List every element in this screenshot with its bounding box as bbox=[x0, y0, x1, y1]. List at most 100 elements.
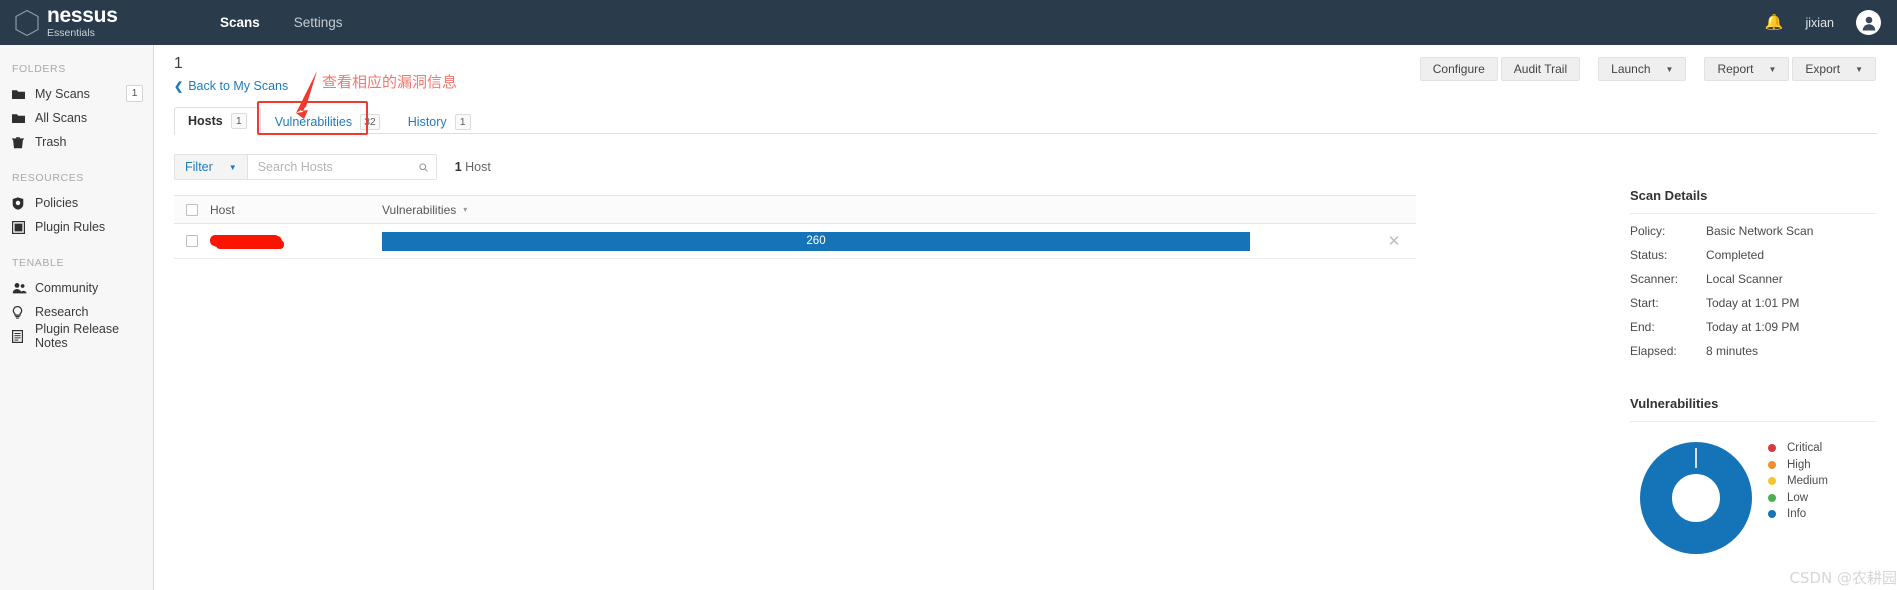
sort-caret-icon: ▾ bbox=[463, 205, 468, 214]
user-avatar-icon bbox=[1862, 16, 1875, 30]
sidebar-item-research[interactable]: Research bbox=[0, 300, 153, 324]
legend-label: Medium bbox=[1787, 475, 1828, 488]
host-count: 1 Host bbox=[455, 160, 491, 174]
row-select-cell[interactable] bbox=[174, 235, 210, 247]
chevron-down-icon: ▼ bbox=[228, 162, 237, 172]
legend-label: Critical bbox=[1787, 442, 1823, 455]
detail-key: Status: bbox=[1630, 248, 1668, 262]
configure-button[interactable]: Configure bbox=[1419, 57, 1498, 81]
hexagon-logo-icon bbox=[15, 9, 39, 36]
close-icon[interactable]: ✕ bbox=[1388, 234, 1401, 249]
vulnerabilities-donut-chart: Critical High Medium Low Info bbox=[1630, 440, 1877, 575]
document-icon bbox=[12, 329, 31, 343]
legend-label: Info bbox=[1787, 508, 1807, 521]
donut-slice-info[interactable] bbox=[1640, 442, 1752, 554]
tab-hosts[interactable]: Hosts 1 bbox=[174, 107, 261, 135]
detail-row-end: End: Today at 1:09 PM bbox=[1630, 320, 1877, 334]
scan-details-title: Scan Details bbox=[1630, 188, 1708, 203]
detail-key: Start: bbox=[1630, 296, 1659, 310]
tab-history-count: 1 bbox=[454, 113, 471, 130]
sidebar-item-all-scans[interactable]: All Scans bbox=[0, 106, 153, 130]
brand-subtitle: Essentials bbox=[47, 27, 95, 39]
detail-key: Elapsed: bbox=[1630, 344, 1677, 358]
legend-item-critical[interactable]: Critical bbox=[1768, 440, 1828, 457]
legend-dot-info bbox=[1768, 510, 1776, 519]
audit-trail-label: Audit Trail bbox=[1513, 62, 1568, 76]
detail-row-scanner: Scanner: Local Scanner bbox=[1630, 272, 1877, 286]
detail-value: Completed bbox=[1706, 248, 1765, 262]
sidebar-item-community[interactable]: Community bbox=[0, 276, 153, 300]
sidebar-item-policies[interactable]: Policies bbox=[0, 191, 153, 215]
detail-key: End: bbox=[1630, 320, 1655, 334]
scan-details-panel: Scan Details Policy: Basic Network Scan … bbox=[1610, 45, 1897, 590]
filter-dropdown-button[interactable]: Filter ▼ bbox=[174, 154, 247, 180]
row-checkbox[interactable] bbox=[186, 235, 198, 247]
select-all-cell[interactable] bbox=[174, 203, 210, 216]
tab-hosts-label: Hosts bbox=[188, 114, 223, 128]
sidebar-item-label: Trash bbox=[35, 135, 67, 149]
nav-right-cluster: 🔔 jixian bbox=[1765, 0, 1897, 45]
tab-history[interactable]: History 1 bbox=[394, 107, 485, 135]
sidebar-item-label: My Scans bbox=[35, 87, 90, 101]
tab-hosts-count: 1 bbox=[230, 113, 247, 129]
legend-item-high[interactable]: High bbox=[1768, 457, 1828, 474]
detail-value: Today at 1:09 PM bbox=[1706, 320, 1800, 334]
column-header-vulnerabilities[interactable]: Vulnerabilities ▾ bbox=[382, 203, 467, 217]
sidebar-item-label: Community bbox=[35, 281, 99, 295]
donut-chart-svg bbox=[1640, 442, 1752, 554]
search-box[interactable] bbox=[246, 154, 437, 180]
trash-icon bbox=[12, 136, 31, 149]
audit-trail-button[interactable]: Audit Trail bbox=[1500, 57, 1581, 81]
sidebar: FOLDERS My Scans 1 All Scans Trash RESOU… bbox=[0, 45, 154, 590]
legend-item-low[interactable]: Low bbox=[1768, 490, 1828, 507]
watermark: CSDN @农耕园 bbox=[1789, 569, 1897, 587]
sidebar-item-my-scans[interactable]: My Scans 1 bbox=[0, 82, 153, 106]
username-label[interactable]: jixian bbox=[1806, 16, 1835, 30]
bell-icon[interactable]: 🔔 bbox=[1765, 15, 1784, 30]
row-remove-cell[interactable]: ✕ bbox=[1372, 234, 1416, 249]
tab-vulnerabilities-count: 32 bbox=[360, 113, 380, 130]
divider bbox=[1630, 421, 1877, 422]
nav-link-settings[interactable]: Settings bbox=[277, 0, 360, 45]
table-row[interactable]: 260 ✕ bbox=[174, 224, 1416, 259]
detail-row-policy: Policy: Basic Network Scan bbox=[1630, 224, 1877, 238]
detail-value: 8 minutes bbox=[1706, 344, 1759, 358]
sidebar-group-folders-title: FOLDERS bbox=[12, 63, 66, 75]
column-header-host[interactable]: Host bbox=[210, 203, 382, 217]
tab-vulnerabilities[interactable]: Vulnerabilities 32 bbox=[261, 107, 394, 135]
search-icon[interactable] bbox=[419, 161, 428, 174]
sidebar-item-label: Plugin Release Notes bbox=[35, 322, 120, 350]
legend-item-medium[interactable]: Medium bbox=[1768, 473, 1828, 490]
search-input[interactable] bbox=[257, 160, 419, 174]
detail-value: Local Scanner bbox=[1706, 272, 1783, 286]
legend-label: High bbox=[1787, 458, 1811, 471]
sidebar-item-plugin-rules[interactable]: Plugin Rules bbox=[0, 215, 153, 239]
host-count-number: 1 bbox=[454, 160, 462, 174]
filter-label: Filter bbox=[185, 160, 213, 174]
select-all-checkbox[interactable] bbox=[186, 203, 198, 216]
detail-key: Scanner: bbox=[1630, 272, 1679, 286]
chart-legend: Critical High Medium Low Info bbox=[1768, 440, 1828, 523]
top-navigation-bar: nessus Essentials Scans Settings 🔔 jixia… bbox=[0, 0, 1897, 45]
tab-history-label: History bbox=[407, 114, 447, 129]
legend-dot-high bbox=[1768, 460, 1776, 469]
legend-dot-medium bbox=[1768, 477, 1776, 486]
sidebar-item-label: All Scans bbox=[35, 111, 88, 125]
community-icon bbox=[12, 282, 31, 294]
annotation-text: 查看相应的漏洞信息 bbox=[322, 73, 458, 91]
avatar[interactable] bbox=[1856, 10, 1881, 35]
detail-row-elapsed: Elapsed: 8 minutes bbox=[1630, 344, 1877, 358]
sidebar-item-trash[interactable]: Trash bbox=[0, 130, 153, 154]
legend-dot-low bbox=[1768, 493, 1776, 502]
nessus-logo[interactable]: nessus Essentials bbox=[0, 0, 186, 45]
tab-vulnerabilities-label: Vulnerabilities bbox=[274, 114, 353, 129]
nessus-scan-results-page: nessus Essentials Scans Settings 🔔 jixia… bbox=[0, 0, 1897, 590]
back-link-label: Back to My Scans bbox=[188, 79, 289, 93]
back-to-my-scans-link[interactable]: ❮ Back to My Scans bbox=[174, 79, 288, 93]
nav-link-scans[interactable]: Scans bbox=[203, 0, 277, 45]
chevron-left-icon: ❮ bbox=[174, 80, 184, 93]
sidebar-item-plugin-release-notes[interactable]: Plugin Release Notes bbox=[0, 322, 153, 350]
row-vulnerability-bar-cell: 260 bbox=[382, 231, 1372, 251]
hosts-table: Host Vulnerabilities ▾ 260 ✕ bbox=[174, 195, 1416, 259]
legend-item-info[interactable]: Info bbox=[1768, 506, 1828, 523]
